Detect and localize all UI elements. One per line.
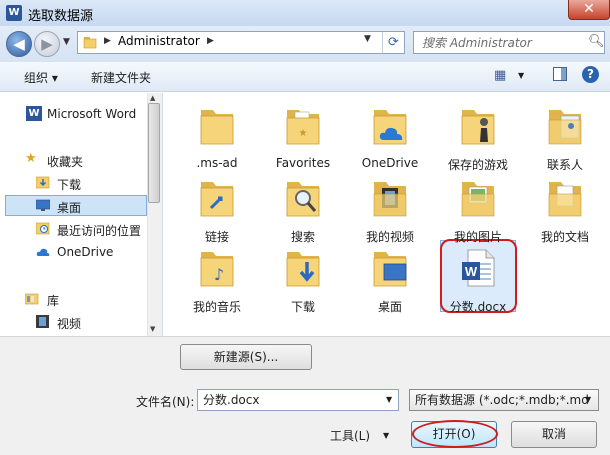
links-folder-icon: [200, 182, 234, 217]
history-dropdown-icon[interactable]: ▼: [63, 37, 70, 47]
close-button[interactable]: ✕: [568, 0, 610, 20]
file-item-desktop[interactable]: 桌面: [348, 242, 432, 314]
favorites-folder-icon: ★: [286, 110, 320, 145]
nav-item-videos[interactable]: 视频: [57, 315, 81, 332]
file-item-onedrive[interactable]: OneDrive: [348, 100, 432, 170]
filename-dropdown-icon[interactable]: ▼: [386, 395, 392, 404]
file-label: 保存的游戏: [447, 158, 508, 172]
new-folder-button[interactable]: 新建文件夹: [91, 69, 151, 86]
file-label: .ms-ad: [196, 156, 238, 170]
annotation-circle: [412, 420, 498, 448]
folder-icon: [83, 37, 97, 49]
filename-input[interactable]: 分数.docx: [197, 389, 399, 411]
nav-item-microsoft-word[interactable]: Microsoft Word: [47, 107, 136, 121]
search-icon[interactable]: 🔍︎: [588, 34, 605, 49]
saved-games-folder-icon: [461, 110, 495, 145]
contacts-folder-icon: [548, 110, 582, 145]
new-source-button[interactable]: 新建源(S)...: [180, 344, 312, 370]
file-item-links[interactable]: 链接: [175, 172, 259, 244]
file-item-favorites[interactable]: ★ Favorites: [261, 100, 345, 170]
help-icon[interactable]: ?: [582, 66, 599, 83]
downloads-folder-icon: [286, 252, 320, 287]
filename-label: 文件名(N):: [136, 395, 195, 409]
file-label: 我的文档: [540, 230, 589, 244]
file-item-fenshu-docx[interactable]: W 分数.docx: [436, 242, 520, 314]
nav-item-libraries[interactable]: 库: [47, 292, 59, 309]
organize-button[interactable]: 组织 ▾: [24, 69, 58, 86]
file-label: 桌面: [377, 300, 402, 314]
file-item-ms-ad[interactable]: .ms-ad: [175, 100, 259, 170]
svg-text:W: W: [465, 264, 478, 279]
file-label: 联系人: [546, 158, 583, 172]
onedrive-folder-icon: [373, 110, 407, 145]
back-button[interactable]: ◀: [6, 31, 32, 57]
videos-folder-icon: [373, 182, 407, 217]
desktop-folder-icon: [373, 252, 407, 287]
nav-item-downloads[interactable]: 下载: [57, 176, 81, 193]
cancel-button[interactable]: 取消: [511, 421, 597, 448]
nav-item-desktop[interactable]: 桌面: [57, 199, 81, 216]
breadcrumb-administrator[interactable]: Administrator: [118, 34, 200, 48]
nav-item-favorites[interactable]: 收藏夹: [47, 153, 83, 170]
cloud-icon: [36, 248, 50, 256]
scroll-up-icon[interactable]: ▲: [150, 94, 155, 102]
window-title: 选取数据源: [28, 9, 94, 24]
folder-icon: [200, 110, 234, 145]
word-document-icon: W: [462, 249, 495, 287]
tools-dropdown-icon[interactable]: ▼: [383, 431, 389, 440]
refresh-icon[interactable]: ⟳: [382, 32, 404, 53]
preview-pane-icon[interactable]: [553, 67, 567, 81]
video-icon: [36, 315, 49, 328]
file-label: OneDrive: [361, 156, 419, 170]
file-item-my-videos[interactable]: 我的视频: [348, 172, 432, 244]
filetype-select[interactable]: 所有数据源 (*.odc;*.mdb;*.md: [409, 389, 599, 411]
file-label: 我的音乐: [192, 300, 241, 314]
view-options-icon[interactable]: ▦: [494, 68, 506, 83]
file-label: Favorites: [275, 156, 331, 170]
view-dropdown-icon[interactable]: ▼: [518, 71, 524, 80]
nav-item-onedrive[interactable]: OneDrive: [57, 245, 113, 259]
search-placeholder: 搜索 Administrator: [422, 36, 532, 50]
svg-text:♪: ♪: [214, 265, 224, 284]
svg-text:★: ★: [299, 128, 308, 139]
scroll-down-icon[interactable]: ▼: [150, 325, 155, 333]
desktop-icon: [36, 199, 50, 211]
file-item-my-documents[interactable]: 我的文档: [523, 172, 607, 244]
nav-scroll-thumb[interactable]: [148, 103, 160, 203]
word-icon: W: [26, 106, 42, 121]
documents-folder-icon: [548, 182, 582, 217]
nav-item-recent-places[interactable]: 最近访问的位置: [57, 222, 141, 239]
tools-button[interactable]: 工具(L): [330, 427, 370, 444]
pictures-folder-icon: [461, 182, 495, 217]
word-app-icon: W: [6, 5, 22, 21]
download-folder-icon: [36, 176, 50, 189]
library-icon: [25, 293, 39, 305]
file-label: 下载: [290, 300, 315, 314]
forward-button[interactable]: ▶: [34, 31, 60, 57]
star-icon: ★: [25, 151, 37, 166]
filetype-dropdown-icon[interactable]: ▼: [585, 395, 591, 404]
file-item-searches[interactable]: 搜索: [261, 172, 345, 244]
searches-folder-icon: [286, 182, 320, 217]
file-item-contacts[interactable]: 联系人: [523, 100, 607, 172]
file-item-saved-games[interactable]: 保存的游戏: [436, 100, 520, 172]
file-item-my-music[interactable]: ♪ 我的音乐: [175, 242, 259, 314]
file-label: 分数.docx: [449, 300, 507, 314]
chevron-right-icon[interactable]: ▶: [104, 36, 111, 46]
address-dropdown-icon[interactable]: ▼: [364, 34, 371, 44]
recent-icon: [36, 222, 50, 235]
file-item-my-pictures[interactable]: 我的图片: [436, 172, 520, 244]
music-folder-icon: ♪: [200, 252, 234, 287]
chevron-right-icon[interactable]: ▶: [207, 36, 214, 46]
file-item-downloads[interactable]: 下载: [261, 242, 345, 314]
